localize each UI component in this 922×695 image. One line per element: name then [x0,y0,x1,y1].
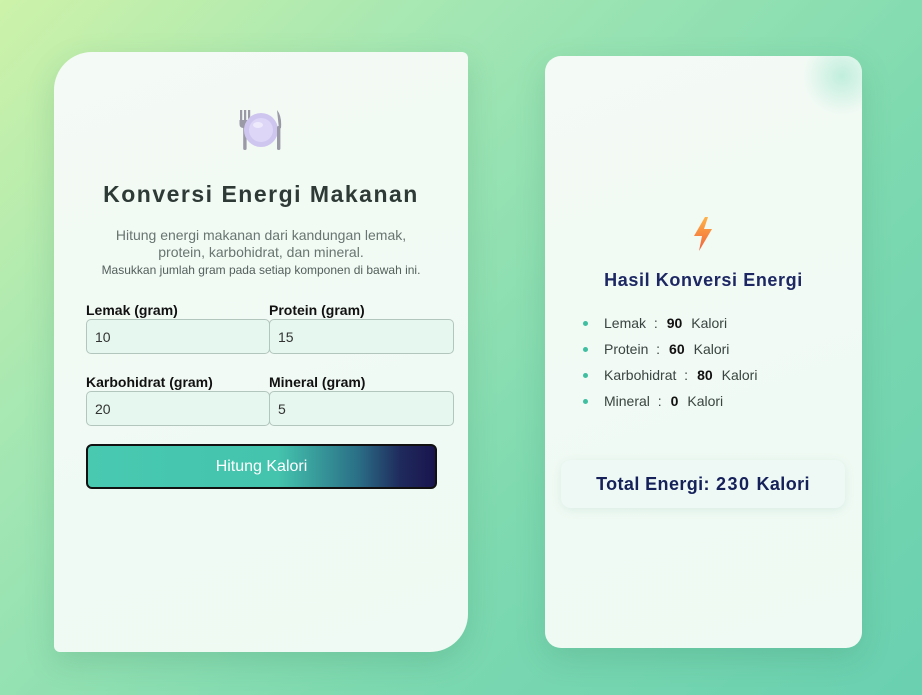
converter-card: Konversi Energi Makanan Hitung energi ma… [54,52,468,652]
mineral-input[interactable] [269,391,454,426]
list-item: Karbohidrat : 80 Kalori [583,362,757,388]
result-list: Lemak : 90 Kalori Protein : 60 Kalori Ka… [583,310,757,414]
list-item: Lemak : 90 Kalori [583,310,757,336]
bullet-icon [583,320,588,326]
bullet-icon [583,398,588,404]
result-value: 60 [669,341,685,357]
fat-label: Lemak (gram) [86,302,178,318]
plate-cutlery-icon [239,110,282,150]
page-title: Konversi Energi Makanan [103,181,419,207]
carbs-input[interactable] [86,391,270,426]
total-unit: Kalori [756,473,810,494]
description-text: Hitung energi makanan dari kandungan lem… [115,227,407,260]
instruction-note: Masukkan jumlah gram pada setiap kompone… [101,263,421,277]
total-label: Total Energi: [596,473,710,494]
result-value: 0 [670,393,679,409]
calculate-button[interactable]: Hitung Kalori [86,444,437,489]
result-value: 80 [697,367,713,383]
result-title: Hasil Konversi Energi [604,270,803,290]
decorative-glow [802,56,862,116]
bullet-icon [583,372,588,378]
protein-input[interactable] [269,319,454,354]
lightning-icon [694,217,712,251]
total-energy-box: Total Energi: 230 Kalori [561,460,845,508]
result-value: 90 [666,315,683,331]
result-card: Hasil Konversi Energi Lemak : 90 Kalori … [545,56,862,648]
list-item: Protein : 60 Kalori [583,336,757,362]
bullet-icon [583,346,588,352]
list-item: Mineral : 0 Kalori [583,388,757,414]
fat-input[interactable] [86,319,270,354]
total-value: 230 [715,473,751,494]
mineral-label: Mineral (gram) [269,374,366,390]
protein-label: Protein (gram) [269,302,365,318]
carbs-label: Karbohidrat (gram) [86,374,213,390]
